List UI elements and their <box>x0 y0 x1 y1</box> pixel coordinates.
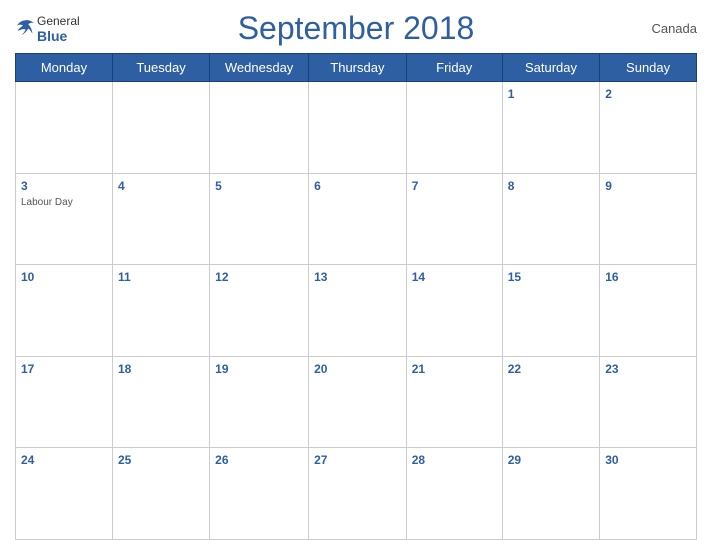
calendar-cell: 27 <box>309 448 407 540</box>
calendar-cell: 18 <box>112 356 209 448</box>
country-label: Canada <box>651 21 697 36</box>
calendar-cell: 20 <box>309 356 407 448</box>
weekday-header-tuesday: Tuesday <box>112 54 209 82</box>
week-row-2: 3 Labour Day 4 5 6 7 8 9 <box>16 173 697 265</box>
calendar-cell: 24 <box>16 448 113 540</box>
calendar-cell: 29 <box>502 448 599 540</box>
day-number: 12 <box>215 270 228 284</box>
day-number: 15 <box>508 270 521 284</box>
day-number: 18 <box>118 362 131 376</box>
day-number: 27 <box>314 453 327 467</box>
day-number: 28 <box>412 453 425 467</box>
weekday-header-saturday: Saturday <box>502 54 599 82</box>
day-number: 30 <box>605 453 618 467</box>
calendar-cell: 19 <box>210 356 309 448</box>
calendar-header: General Blue September 2018 Canada <box>15 10 697 47</box>
calendar-cell: 25 <box>112 448 209 540</box>
calendar-cell: 28 <box>406 448 502 540</box>
calendar-cell: 6 <box>309 173 407 265</box>
calendar-cell: 10 <box>16 265 113 357</box>
calendar-cell: 5 <box>210 173 309 265</box>
week-row-4: 17 18 19 20 21 22 23 <box>16 356 697 448</box>
weekday-header-row: MondayTuesdayWednesdayThursdayFridaySatu… <box>16 54 697 82</box>
calendar-cell: 23 <box>600 356 697 448</box>
calendar-cell <box>112 82 209 174</box>
calendar-cell: 12 <box>210 265 309 357</box>
calendar-table: MondayTuesdayWednesdayThursdayFridaySatu… <box>15 53 697 540</box>
day-number: 25 <box>118 453 131 467</box>
week-row-3: 10 11 12 13 14 15 16 <box>16 265 697 357</box>
calendar-cell: 16 <box>600 265 697 357</box>
calendar-cell: 11 <box>112 265 209 357</box>
day-number: 6 <box>314 179 321 193</box>
weekday-header-wednesday: Wednesday <box>210 54 309 82</box>
calendar-cell: 13 <box>309 265 407 357</box>
day-number: 10 <box>21 270 34 284</box>
logo-blue-text: Blue <box>37 28 80 44</box>
day-number: 1 <box>508 87 515 101</box>
calendar-cell: 4 <box>112 173 209 265</box>
calendar-cell: 7 <box>406 173 502 265</box>
day-number: 23 <box>605 362 618 376</box>
day-number: 19 <box>215 362 228 376</box>
calendar-cell: 15 <box>502 265 599 357</box>
calendar-cell: 30 <box>600 448 697 540</box>
day-number: 22 <box>508 362 521 376</box>
day-number: 3 <box>21 179 28 193</box>
day-number: 5 <box>215 179 222 193</box>
day-number: 2 <box>605 87 612 101</box>
day-number: 26 <box>215 453 228 467</box>
weekday-header-friday: Friday <box>406 54 502 82</box>
calendar-cell <box>16 82 113 174</box>
day-number: 9 <box>605 179 612 193</box>
week-row-1: 12 <box>16 82 697 174</box>
calendar-cell: 14 <box>406 265 502 357</box>
calendar-cell: 17 <box>16 356 113 448</box>
calendar-cell: 26 <box>210 448 309 540</box>
day-number: 14 <box>412 270 425 284</box>
calendar-cell <box>406 82 502 174</box>
weekday-header-thursday: Thursday <box>309 54 407 82</box>
month-title: September 2018 <box>238 10 475 47</box>
day-number: 29 <box>508 453 521 467</box>
day-number: 16 <box>605 270 618 284</box>
day-number: 8 <box>508 179 515 193</box>
day-number: 11 <box>118 270 131 284</box>
holiday-label: Labour Day <box>21 197 107 208</box>
day-number: 7 <box>412 179 419 193</box>
calendar-cell: 21 <box>406 356 502 448</box>
calendar-cell <box>210 82 309 174</box>
logo-general-text: General <box>37 14 80 28</box>
day-number: 4 <box>118 179 125 193</box>
day-number: 13 <box>314 270 327 284</box>
calendar-cell: 2 <box>600 82 697 174</box>
week-row-5: 24 25 26 27 28 29 30 <box>16 448 697 540</box>
calendar-cell: 1 <box>502 82 599 174</box>
day-number: 21 <box>412 362 425 376</box>
calendar-cell: 9 <box>600 173 697 265</box>
calendar-cell: 22 <box>502 356 599 448</box>
weekday-header-sunday: Sunday <box>600 54 697 82</box>
calendar-cell: 3 Labour Day <box>16 173 113 265</box>
calendar-cell: 8 <box>502 173 599 265</box>
day-number: 24 <box>21 453 34 467</box>
logo: General Blue <box>15 14 80 44</box>
calendar-cell <box>309 82 407 174</box>
day-number: 17 <box>21 362 34 376</box>
day-number: 20 <box>314 362 327 376</box>
weekday-header-monday: Monday <box>16 54 113 82</box>
